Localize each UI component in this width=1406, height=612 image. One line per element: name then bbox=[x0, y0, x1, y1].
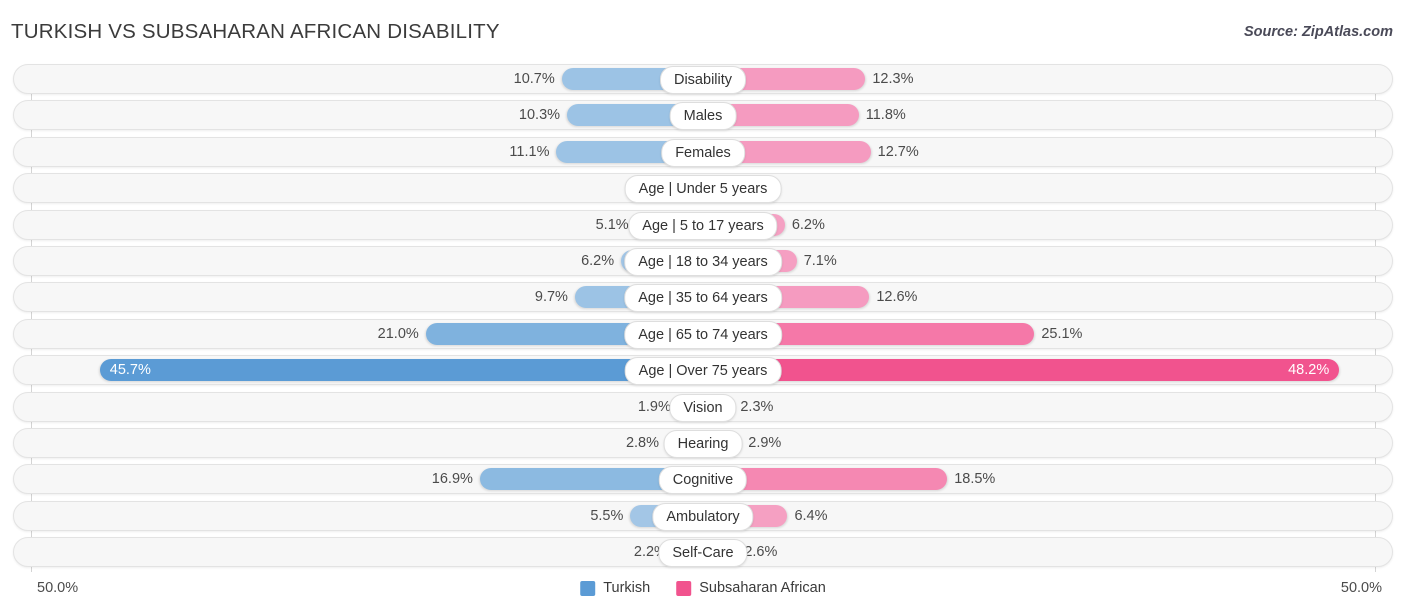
axis-label-left: 50.0% bbox=[37, 580, 79, 596]
legend-label: Turkish bbox=[603, 580, 651, 596]
value-label-subsaharan-african: 12.6% bbox=[876, 289, 918, 306]
category-label-pill: Age | 5 to 17 years bbox=[628, 211, 778, 240]
category-label-pill: Age | 35 to 64 years bbox=[624, 284, 782, 313]
axis-label-right: 50.0% bbox=[1340, 580, 1382, 596]
category-label-pill: Age | Over 75 years bbox=[624, 357, 782, 386]
value-label-turkish: 11.1% bbox=[509, 143, 550, 160]
table-row: 45.7% 48.2% Age | Over 75 years bbox=[13, 355, 1393, 386]
source-attribution: Source: ZipAtlas.com bbox=[1243, 24, 1393, 40]
category-label-pill: Age | 65 to 74 years bbox=[624, 320, 782, 349]
legend-swatch-icon bbox=[676, 580, 692, 596]
category-label-pill: Females bbox=[661, 138, 745, 167]
table-row: 5.1% 6.2% Age | 5 to 17 years bbox=[13, 209, 1393, 240]
value-label-subsaharan-african: 7.1% bbox=[803, 253, 837, 269]
category-label-pill: Vision bbox=[669, 393, 737, 422]
chart-footer: 50.0% 50.0% Turkish Subsaharan African bbox=[0, 574, 1406, 612]
value-label-turkish: 6.2% bbox=[581, 253, 615, 269]
value-label-subsaharan-african: 2.3% bbox=[740, 398, 774, 415]
category-label-pill: Self-Care bbox=[658, 539, 748, 568]
value-label-turkish: 5.5% bbox=[590, 507, 624, 524]
value-label-turkish: 10.3% bbox=[518, 107, 561, 124]
value-label-turkish: 2.2% bbox=[633, 544, 667, 561]
table-row: 1.1%1.3%Age | Under 5 years bbox=[13, 173, 1393, 204]
value-label-turkish: 9.7% bbox=[534, 289, 568, 306]
table-row: 1.9% 2.3% Vision bbox=[13, 391, 1393, 422]
value-label-subsaharan-african: 25.1% bbox=[1041, 325, 1083, 342]
value-label-turkish: 10.7% bbox=[513, 71, 555, 87]
value-label-turkish: 2.8% bbox=[625, 435, 660, 451]
legend-item[interactable]: Turkish bbox=[580, 580, 650, 596]
table-row: 2.8% 2.9% Hearing bbox=[13, 428, 1393, 458]
table-row: 6.2% 7.1% Age | 18 to 34 years bbox=[13, 246, 1393, 276]
table-row: 10.3% 11.8% Males bbox=[13, 100, 1393, 131]
table-row: 21.0% 25.1% Age | 65 to 74 years bbox=[13, 318, 1393, 349]
chart-legend: Turkish Subsaharan African bbox=[580, 580, 826, 596]
table-row: 16.9% 18.5% Cognitive bbox=[13, 464, 1393, 495]
category-label-pill: Ambulatory bbox=[652, 502, 754, 531]
chart-header: TURKISH VS SUBSAHARAN AFRICAN DISABILITY… bbox=[0, 0, 1406, 58]
category-label-pill: Males bbox=[669, 102, 737, 131]
category-label-pill: Age | 18 to 34 years bbox=[624, 248, 782, 276]
chart-plot-area: 10.7% 12.3% Disability 10.3% 11.8% Males 11.1%… bbox=[0, 64, 1406, 574]
table-row: 9.7% 12.6% Age | 35 to 64 years bbox=[13, 282, 1393, 313]
value-label-subsaharan-african: 6.4% bbox=[794, 507, 828, 524]
table-row: 11.1% 12.7% Females bbox=[13, 136, 1393, 167]
category-label-pill: Cognitive bbox=[658, 466, 748, 495]
value-label-turkish: 1.9% bbox=[637, 398, 671, 415]
value-label-subsaharan-african: 2.6% bbox=[744, 544, 778, 561]
value-label-turkish: 1.1% bbox=[13, 177, 681, 199]
category-label-pill: Age | Under 5 years bbox=[624, 175, 782, 204]
legend-swatch-icon bbox=[580, 580, 596, 596]
category-label-pill: Hearing bbox=[663, 430, 743, 458]
table-row: 10.7% 12.3% Disability bbox=[13, 64, 1393, 94]
category-label-pill: Disability bbox=[659, 66, 747, 94]
value-label-turkish: 5.1% bbox=[595, 216, 629, 233]
legend-item[interactable]: Subsaharan African bbox=[676, 580, 826, 596]
value-label-turkish: 16.9% bbox=[431, 471, 473, 488]
value-label-subsaharan-african: 11.8% bbox=[865, 107, 906, 124]
legend-label: Subsaharan African bbox=[699, 580, 826, 596]
value-label-subsaharan-african: 18.5% bbox=[954, 471, 996, 488]
value-label-turkish: 21.0% bbox=[377, 325, 419, 342]
table-row: 5.5% 6.4% Ambulatory bbox=[13, 500, 1393, 531]
value-label-subsaharan-african: 2.9% bbox=[748, 435, 782, 451]
value-label-subsaharan-african: 6.2% bbox=[791, 216, 825, 233]
value-label-subsaharan-african: 12.7% bbox=[877, 143, 919, 160]
page-title: TURKISH VS SUBSAHARAN AFRICAN DISABILITY bbox=[11, 20, 500, 43]
value-label-subsaharan-african: 12.3% bbox=[872, 71, 914, 87]
table-row: 2.2% 2.6% Self-Care bbox=[13, 537, 1393, 568]
